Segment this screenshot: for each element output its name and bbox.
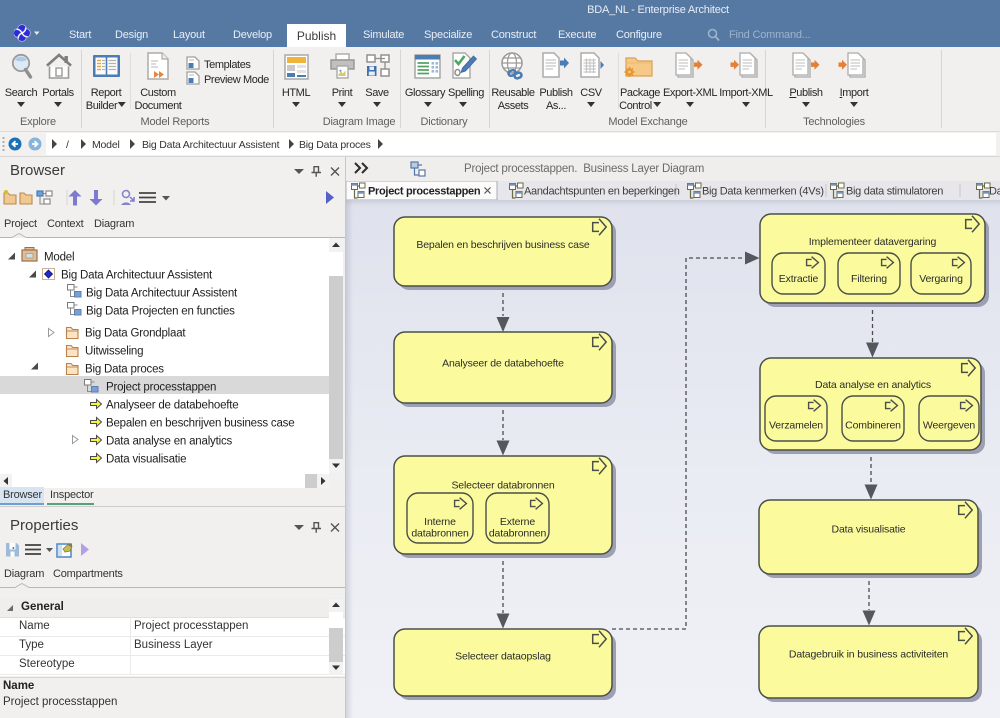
- svg-text:Big data stimulatoren: Big data stimulatoren: [846, 186, 943, 198]
- svg-text:Model: Model: [92, 139, 120, 151]
- svg-text:Data visualisatie: Data visualisatie: [832, 524, 906, 536]
- svg-text:Analyseer de databehoefte: Analyseer de databehoefte: [442, 358, 564, 370]
- svg-text:Vergaring: Vergaring: [919, 273, 963, 285]
- svg-text:Data o: Data o: [989, 186, 1000, 198]
- svg-text:Aandachtspunten en beperkingen: Aandachtspunten en beperkingen: [524, 186, 680, 198]
- svg-text:Big Data proces: Big Data proces: [85, 364, 164, 376]
- svg-text:Bepalen en beschrijven busines: Bepalen en beschrijven business case: [416, 239, 590, 251]
- svg-text:Combineren: Combineren: [845, 420, 901, 432]
- svg-text:Selecteer dataopslag: Selecteer dataopslag: [455, 651, 551, 663]
- svg-text:Interne: Interne: [424, 516, 456, 528]
- svg-text:Big Data Projecten en functies: Big Data Projecten en functies: [86, 306, 235, 318]
- svg-text:Verzamelen: Verzamelen: [769, 420, 823, 432]
- svg-text:Big Data Architectuur Assisten: Big Data Architectuur Assistent: [86, 288, 238, 300]
- svg-text:Filtering: Filtering: [851, 273, 887, 285]
- svg-text:Data analyse en analytics: Data analyse en analytics: [815, 379, 931, 391]
- svg-text:Data analyse en analytics: Data analyse en analytics: [106, 436, 232, 448]
- svg-text:Externe: Externe: [500, 516, 535, 528]
- svg-text:/: /: [66, 139, 69, 151]
- svg-text:Datagebruik in business activi: Datagebruik in business activiteiten: [789, 649, 949, 661]
- svg-text:Big Data Architectuur Assisten: Big Data Architectuur Assistent: [142, 139, 280, 151]
- svg-text:Big Data proces: Big Data proces: [299, 139, 371, 151]
- svg-text:databronnen: databronnen: [411, 528, 469, 540]
- svg-text:Bepalen en beschrijven busines: Bepalen en beschrijven business case: [106, 418, 294, 430]
- svg-text:Data visualisatie: Data visualisatie: [106, 454, 186, 466]
- svg-text:Project processtappen: Project processtappen: [106, 382, 216, 394]
- svg-text:Weergeven: Weergeven: [923, 420, 975, 432]
- svg-text:Selecteer databronnen: Selecteer databronnen: [451, 480, 554, 492]
- svg-text:Implementeer datavergaring: Implementeer datavergaring: [809, 236, 937, 248]
- svg-text:databronnen: databronnen: [489, 528, 547, 540]
- svg-text:Model: Model: [44, 252, 74, 264]
- svg-text:Big Data Architectuur Assisten: Big Data Architectuur Assistent: [61, 270, 213, 282]
- svg-text:Project processtappen: Project processtappen: [368, 186, 481, 198]
- svg-text:Uitwisseling: Uitwisseling: [85, 346, 143, 358]
- svg-text:Analyseer de databehoefte: Analyseer de databehoefte: [106, 400, 238, 412]
- svg-text:Big Data Grondplaat: Big Data Grondplaat: [85, 328, 186, 340]
- svg-text:Extractie: Extractie: [779, 273, 819, 285]
- svg-text:Big Data kenmerken (4Vs): Big Data kenmerken (4Vs): [702, 186, 824, 198]
